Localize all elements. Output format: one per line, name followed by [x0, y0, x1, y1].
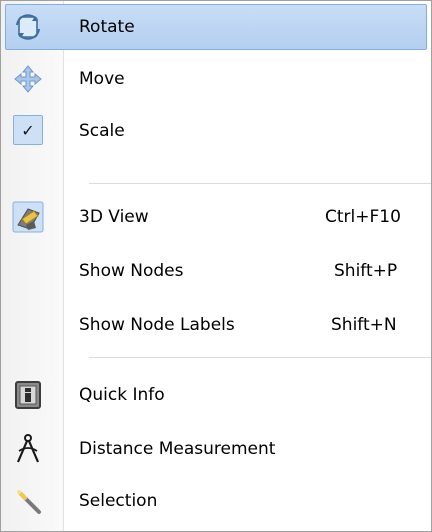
menu-item-distance-measurement[interactable]: Distance Measurement — [1, 423, 431, 475]
menu-item-label: Distance Measurement — [79, 439, 276, 459]
menu-item-label: Selection — [79, 491, 158, 511]
menu-separator — [89, 357, 431, 358]
menu-item-highlight — [5, 4, 427, 50]
wand-icon — [12, 485, 44, 517]
menu-item-label: Rotate — [79, 17, 135, 37]
menu-item-shortcut: Shift+N — [331, 315, 397, 335]
menu-item-scale[interactable]: ✓ Scale — [1, 105, 431, 157]
check-icon: ✓ — [13, 115, 43, 145]
menu-separator — [89, 183, 431, 184]
context-menu: Rotate Move ✓ Scale 3D View Ctrl+F10 Sho… — [0, 0, 432, 532]
menu-item-rotate[interactable]: Rotate — [1, 1, 431, 53]
info-icon — [12, 379, 44, 411]
menu-item-label: 3D View — [79, 207, 149, 227]
menu-item-shortcut: Shift+P — [334, 261, 398, 281]
menu-item-move[interactable]: Move — [1, 53, 431, 105]
menu-item-label: Show Nodes — [79, 261, 184, 281]
menu-item-show-node-labels[interactable]: Show Node Labels Shift+N — [1, 299, 431, 351]
move-icon — [12, 63, 44, 95]
menu-item-label: Scale — [79, 121, 125, 141]
3d-view-icon — [12, 201, 44, 233]
compass-icon — [12, 433, 44, 465]
menu-item-shortcut: Ctrl+F10 — [325, 207, 401, 227]
menu-item-label: Quick Info — [79, 385, 165, 405]
menu-item-3d-view[interactable]: 3D View Ctrl+F10 — [1, 191, 431, 243]
menu-item-show-nodes[interactable]: Show Nodes Shift+P — [1, 245, 431, 297]
menu-item-label: Move — [79, 69, 125, 89]
menu-item-quick-info[interactable]: Quick Info — [1, 369, 431, 421]
menu-item-label: Show Node Labels — [79, 315, 235, 335]
menu-item-selection[interactable]: Selection — [1, 475, 431, 527]
rotate-icon — [12, 11, 44, 43]
